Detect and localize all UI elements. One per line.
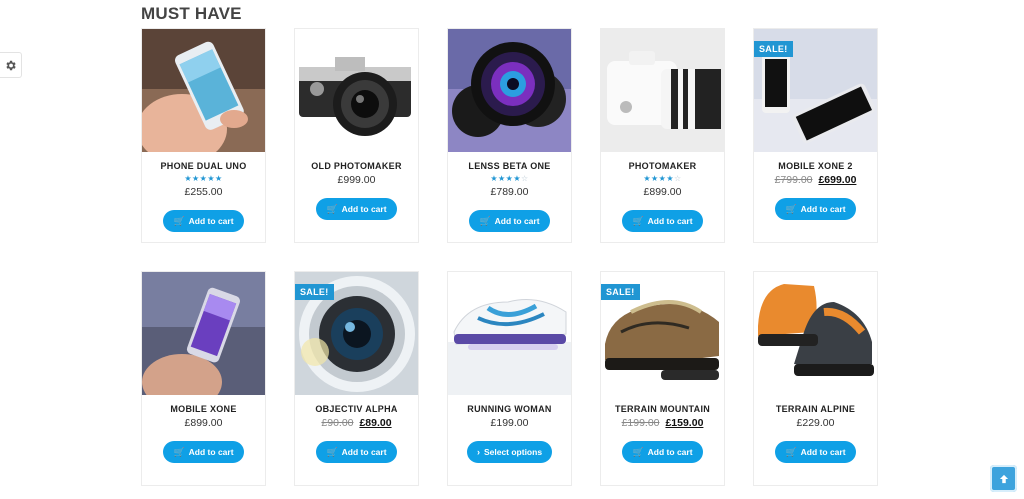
product-card[interactable]: OLD PHOTOMAKER £999.00 🛒 Add to cart bbox=[294, 28, 419, 243]
product-card[interactable]: SALE! OBJECTIV ALPHA £90.00 £89.00 🛒 Add… bbox=[294, 271, 419, 486]
product-price: £899.00 bbox=[184, 417, 223, 429]
rating-stars: ★★★★★ bbox=[184, 174, 223, 183]
product-price: £789.00 bbox=[490, 186, 529, 198]
sale-price: £159.00 bbox=[665, 417, 704, 429]
product-row: PHONE DUAL UNO ★★★★★ £255.00 🛒 Add to ca… bbox=[141, 28, 878, 243]
settings-toggle[interactable] bbox=[0, 52, 22, 78]
product-image-objectiv-alpha[interactable]: SALE! bbox=[295, 272, 418, 395]
product-card[interactable]: MOBILE XONE £899.00 🛒 Add to cart bbox=[141, 271, 266, 486]
add-to-cart-button[interactable]: 🛒 Add to cart bbox=[316, 441, 397, 463]
product-name[interactable]: PHONE DUAL UNO bbox=[160, 161, 246, 171]
product-price: £229.00 bbox=[796, 417, 835, 429]
product-name[interactable]: TERRAIN ALPINE bbox=[776, 404, 855, 414]
product-name[interactable]: RUNNING WOMAN bbox=[467, 404, 551, 414]
product-image-mobile-xone-2[interactable]: SALE! bbox=[754, 29, 877, 152]
product-price: £90.00 £89.00 bbox=[321, 417, 391, 429]
product-name[interactable]: MOBILE XONE 2 bbox=[778, 161, 852, 171]
select-options-button[interactable]: › Select options bbox=[466, 441, 553, 463]
product-image-phone-dual-uno[interactable] bbox=[142, 29, 265, 152]
product-price: £199.00 £159.00 bbox=[622, 417, 704, 429]
gear-icon bbox=[6, 60, 16, 70]
product-image-photomaker[interactable] bbox=[601, 29, 724, 152]
cart-icon: 🛒 bbox=[326, 203, 338, 214]
sale-price: £699.00 bbox=[818, 174, 857, 186]
add-to-cart-button[interactable]: 🛒 Add to cart bbox=[163, 210, 244, 232]
product-price: £255.00 bbox=[184, 186, 223, 198]
product-card[interactable]: PHONE DUAL UNO ★★★★★ £255.00 🛒 Add to ca… bbox=[141, 28, 266, 243]
product-name[interactable]: OBJECTIV ALPHA bbox=[315, 404, 397, 414]
product-card[interactable]: LENSS BETA ONE ★★★★☆ £789.00 🛒 Add to ca… bbox=[447, 28, 572, 243]
chevron-right-icon: › bbox=[476, 447, 480, 457]
rating-stars: ★★★★☆ bbox=[490, 174, 529, 183]
product-price: £899.00 bbox=[643, 186, 682, 198]
cart-icon: 🛒 bbox=[173, 446, 185, 457]
arrow-up-icon bbox=[999, 474, 1008, 483]
product-card[interactable]: PHOTOMAKER ★★★★☆ £899.00 🛒 Add to cart bbox=[600, 28, 725, 243]
sale-badge: SALE! bbox=[601, 284, 640, 300]
scroll-to-top-button[interactable] bbox=[990, 465, 1017, 492]
sale-badge: SALE! bbox=[295, 284, 334, 300]
product-name[interactable]: LENSS BETA ONE bbox=[468, 161, 550, 171]
old-price: £199.00 bbox=[621, 417, 660, 429]
product-image-terrain-mountain[interactable]: SALE! bbox=[601, 272, 724, 395]
add-to-cart-button[interactable]: 🛒 Add to cart bbox=[622, 210, 703, 232]
add-to-cart-button[interactable]: 🛒 Add to cart bbox=[469, 210, 550, 232]
product-image-running-woman[interactable] bbox=[448, 272, 571, 395]
product-image-lenss-beta-one[interactable] bbox=[448, 29, 571, 152]
product-card[interactable]: RUNNING WOMAN £199.00 › Select options bbox=[447, 271, 572, 486]
old-price: £90.00 bbox=[321, 417, 354, 429]
add-to-cart-button[interactable]: 🛒 Add to cart bbox=[775, 198, 856, 220]
product-image-mobile-xone[interactable] bbox=[142, 272, 265, 395]
add-to-cart-button[interactable]: 🛒 Add to cart bbox=[316, 198, 397, 220]
product-image-terrain-alpine[interactable] bbox=[754, 272, 877, 395]
add-to-cart-button[interactable]: 🛒 Add to cart bbox=[622, 441, 703, 463]
sale-price: £89.00 bbox=[359, 417, 392, 429]
old-price: £799.00 bbox=[774, 174, 813, 186]
product-name[interactable]: OLD PHOTOMAKER bbox=[311, 161, 402, 171]
cart-icon: 🛒 bbox=[632, 215, 644, 226]
cart-icon: 🛒 bbox=[326, 446, 338, 457]
product-card[interactable]: SALE! TERRAIN MOUNTAIN £199.00 £159.00 🛒… bbox=[600, 271, 725, 486]
product-price: £999.00 bbox=[337, 174, 376, 186]
add-to-cart-button[interactable]: 🛒 Add to cart bbox=[775, 441, 856, 463]
product-name[interactable]: MOBILE XONE bbox=[170, 404, 236, 414]
cart-icon: 🛒 bbox=[479, 215, 491, 226]
cart-icon: 🛒 bbox=[632, 446, 644, 457]
cart-icon: 🛒 bbox=[785, 203, 797, 214]
product-name[interactable]: PHOTOMAKER bbox=[629, 161, 697, 171]
product-image-old-photomaker[interactable] bbox=[295, 29, 418, 152]
product-name[interactable]: TERRAIN MOUNTAIN bbox=[615, 404, 710, 414]
product-card[interactable]: TERRAIN ALPINE £229.00 🛒 Add to cart bbox=[753, 271, 878, 486]
product-price: £799.00 £699.00 bbox=[775, 174, 857, 186]
add-to-cart-button[interactable]: 🛒 Add to cart bbox=[163, 441, 244, 463]
product-row: MOBILE XONE £899.00 🛒 Add to cart SALE! … bbox=[141, 271, 878, 486]
cart-icon: 🛒 bbox=[785, 446, 797, 457]
sale-badge: SALE! bbox=[754, 41, 793, 57]
product-card[interactable]: SALE! MOBILE XONE 2 £799.00 £699.00 🛒 Ad… bbox=[753, 28, 878, 243]
cart-icon: 🛒 bbox=[173, 215, 185, 226]
product-price: £199.00 bbox=[490, 417, 529, 429]
section-title: MUST HAVE bbox=[141, 4, 242, 23]
rating-stars: ★★★★☆ bbox=[643, 174, 682, 183]
